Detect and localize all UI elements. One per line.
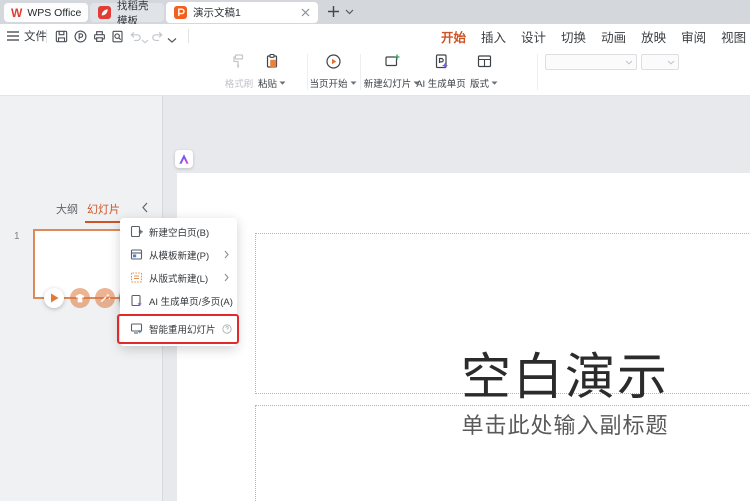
menu-item-new-from-layout[interactable]: 从版式新建(L) bbox=[120, 266, 237, 289]
ribbon-tab-insert[interactable]: 插入 bbox=[481, 25, 506, 50]
close-tab-icon[interactable] bbox=[301, 8, 310, 17]
slide-subtitle-text[interactable]: 单击此处输入副标题 bbox=[255, 408, 750, 440]
wps-ai-assistant-button[interactable] bbox=[175, 150, 193, 168]
wps-presentation-window: W WPS Office 找稻壳模板 演示文稿1 文件 开始 插入 设计 切换 … bbox=[0, 0, 750, 501]
customize-toolbar-chevron-icon[interactable] bbox=[167, 33, 177, 48]
new-from-layout-icon bbox=[130, 272, 143, 283]
play-dropdown-caret-icon[interactable] bbox=[350, 81, 357, 85]
magic-beautify-button[interactable] bbox=[95, 288, 115, 308]
wps-logo-icon: W bbox=[11, 5, 23, 20]
menu-item-ai-generate-pages[interactable]: AI 生成单页/多页(A) bbox=[120, 289, 237, 312]
menu-item-label: 新建空白页(B) bbox=[149, 227, 210, 239]
document-tab-label: 演示文稿1 bbox=[193, 7, 241, 19]
format-painter-button[interactable]: 格式刷 bbox=[221, 51, 257, 93]
font-size-caret-icon bbox=[667, 60, 675, 65]
save-icon[interactable] bbox=[54, 29, 69, 44]
divider bbox=[46, 29, 47, 43]
ai-page-icon bbox=[412, 51, 470, 71]
tab-list-chevron-icon[interactable] bbox=[345, 9, 354, 15]
divider bbox=[360, 54, 361, 90]
menu-item-new-blank-page[interactable]: 新建空白页(B) bbox=[120, 220, 237, 243]
ribbon-tab-animation[interactable]: 动画 bbox=[601, 25, 626, 50]
collapse-panel-chevron-icon[interactable] bbox=[141, 202, 149, 213]
submenu-chevron-icon bbox=[224, 250, 229, 259]
presentation-file-icon bbox=[174, 6, 187, 19]
annotation-highlight-box bbox=[117, 314, 239, 344]
ai-generate-pages-icon bbox=[131, 294, 142, 307]
play-from-current-button[interactable]: 当页开始 bbox=[308, 51, 358, 93]
ribbon-tab-review[interactable]: 审阅 bbox=[681, 25, 706, 50]
new-from-template-icon bbox=[130, 249, 143, 260]
print-preview-icon[interactable] bbox=[110, 29, 125, 44]
ribbon-tab-strip: 开始 插入 设计 切换 动画 放映 审阅 视图 bbox=[441, 25, 746, 51]
menu-item-label: AI 生成单页/多页(A) bbox=[149, 296, 233, 308]
play-slideshow-button[interactable] bbox=[44, 288, 64, 308]
format-painter-icon bbox=[221, 51, 257, 71]
shirt-icon bbox=[75, 293, 85, 302]
wps-office-button[interactable]: W WPS Office bbox=[4, 3, 88, 22]
paste-icon bbox=[257, 51, 287, 71]
font-size-select[interactable] bbox=[641, 54, 679, 70]
font-family-select[interactable] bbox=[545, 54, 637, 70]
menu-item-new-from-template[interactable]: 从模板新建(P) bbox=[120, 243, 237, 266]
redo-icon[interactable] bbox=[150, 29, 165, 44]
layout-label: 版式 bbox=[469, 79, 489, 90]
divider bbox=[537, 54, 538, 90]
new-blank-page-icon bbox=[130, 225, 143, 238]
submenu-chevron-icon bbox=[224, 273, 229, 282]
export-pdf-icon[interactable] bbox=[73, 29, 88, 44]
format-painter-label: 格式刷 bbox=[224, 79, 254, 90]
tab-presentation-document[interactable]: 演示文稿1 bbox=[166, 2, 318, 23]
hamburger-icon bbox=[7, 31, 19, 41]
ribbon-tab-design[interactable]: 设计 bbox=[521, 25, 546, 50]
play-circle-icon bbox=[308, 51, 358, 71]
tab-docer-templates[interactable]: 找稻壳模板 bbox=[90, 0, 164, 27]
ribbon-tab-home[interactable]: 开始 bbox=[441, 25, 467, 51]
play-from-current-label: 当页开始 bbox=[309, 79, 348, 90]
font-family-caret-icon bbox=[625, 60, 633, 65]
slide-number: 1 bbox=[14, 231, 20, 242]
layout-button[interactable]: 版式 bbox=[468, 51, 500, 93]
new-slide-label: 新建幻灯片 bbox=[363, 79, 412, 90]
tab-bar: W WPS Office 找稻壳模板 演示文稿1 bbox=[0, 0, 750, 27]
wps-office-label: WPS Office bbox=[27, 6, 82, 19]
ribbon-tab-transition[interactable]: 切换 bbox=[561, 25, 586, 50]
undo-history-chevron-icon[interactable] bbox=[141, 34, 149, 49]
layout-icon bbox=[468, 51, 500, 71]
ribbon-toolbar: 格式刷 粘贴 当页开始 新建幻灯片 AI 生成单页 版式 bbox=[0, 48, 750, 142]
ai-generate-page-button[interactable]: AI 生成单页 bbox=[412, 51, 470, 93]
menu-item-label: 从版式新建(L) bbox=[149, 273, 209, 285]
print-icon[interactable] bbox=[92, 29, 107, 44]
play-icon bbox=[50, 293, 58, 303]
divider bbox=[188, 29, 189, 43]
magic-wand-icon bbox=[100, 293, 111, 303]
menu-item-label: 从模板新建(P) bbox=[149, 250, 210, 262]
docer-icon bbox=[98, 6, 111, 19]
new-tab-button[interactable] bbox=[327, 5, 340, 18]
paste-dropdown-caret-icon[interactable] bbox=[279, 81, 286, 85]
file-menu-button[interactable]: 文件 bbox=[7, 27, 47, 45]
ai-generate-page-label: AI 生成单页 bbox=[416, 79, 466, 90]
slides-tab[interactable]: 幻灯片 bbox=[85, 201, 122, 223]
wps-ai-logo-icon bbox=[179, 154, 189, 164]
ribbon-tab-slideshow[interactable]: 放映 bbox=[641, 25, 666, 50]
layout-caret-icon[interactable] bbox=[491, 81, 498, 85]
ribbon-tab-view[interactable]: 视图 bbox=[721, 25, 746, 50]
slide-title-text[interactable]: 空白演示 bbox=[255, 337, 750, 409]
paste-label: 粘贴 bbox=[257, 79, 277, 90]
beautify-template-button[interactable] bbox=[70, 288, 90, 308]
file-menu-label: 文件 bbox=[24, 31, 47, 43]
paste-button[interactable]: 粘贴 bbox=[257, 51, 287, 93]
quick-access-bar: 文件 开始 插入 设计 切换 动画 放映 审阅 视图 bbox=[0, 24, 750, 51]
outline-tab[interactable]: 大纲 bbox=[56, 201, 78, 217]
